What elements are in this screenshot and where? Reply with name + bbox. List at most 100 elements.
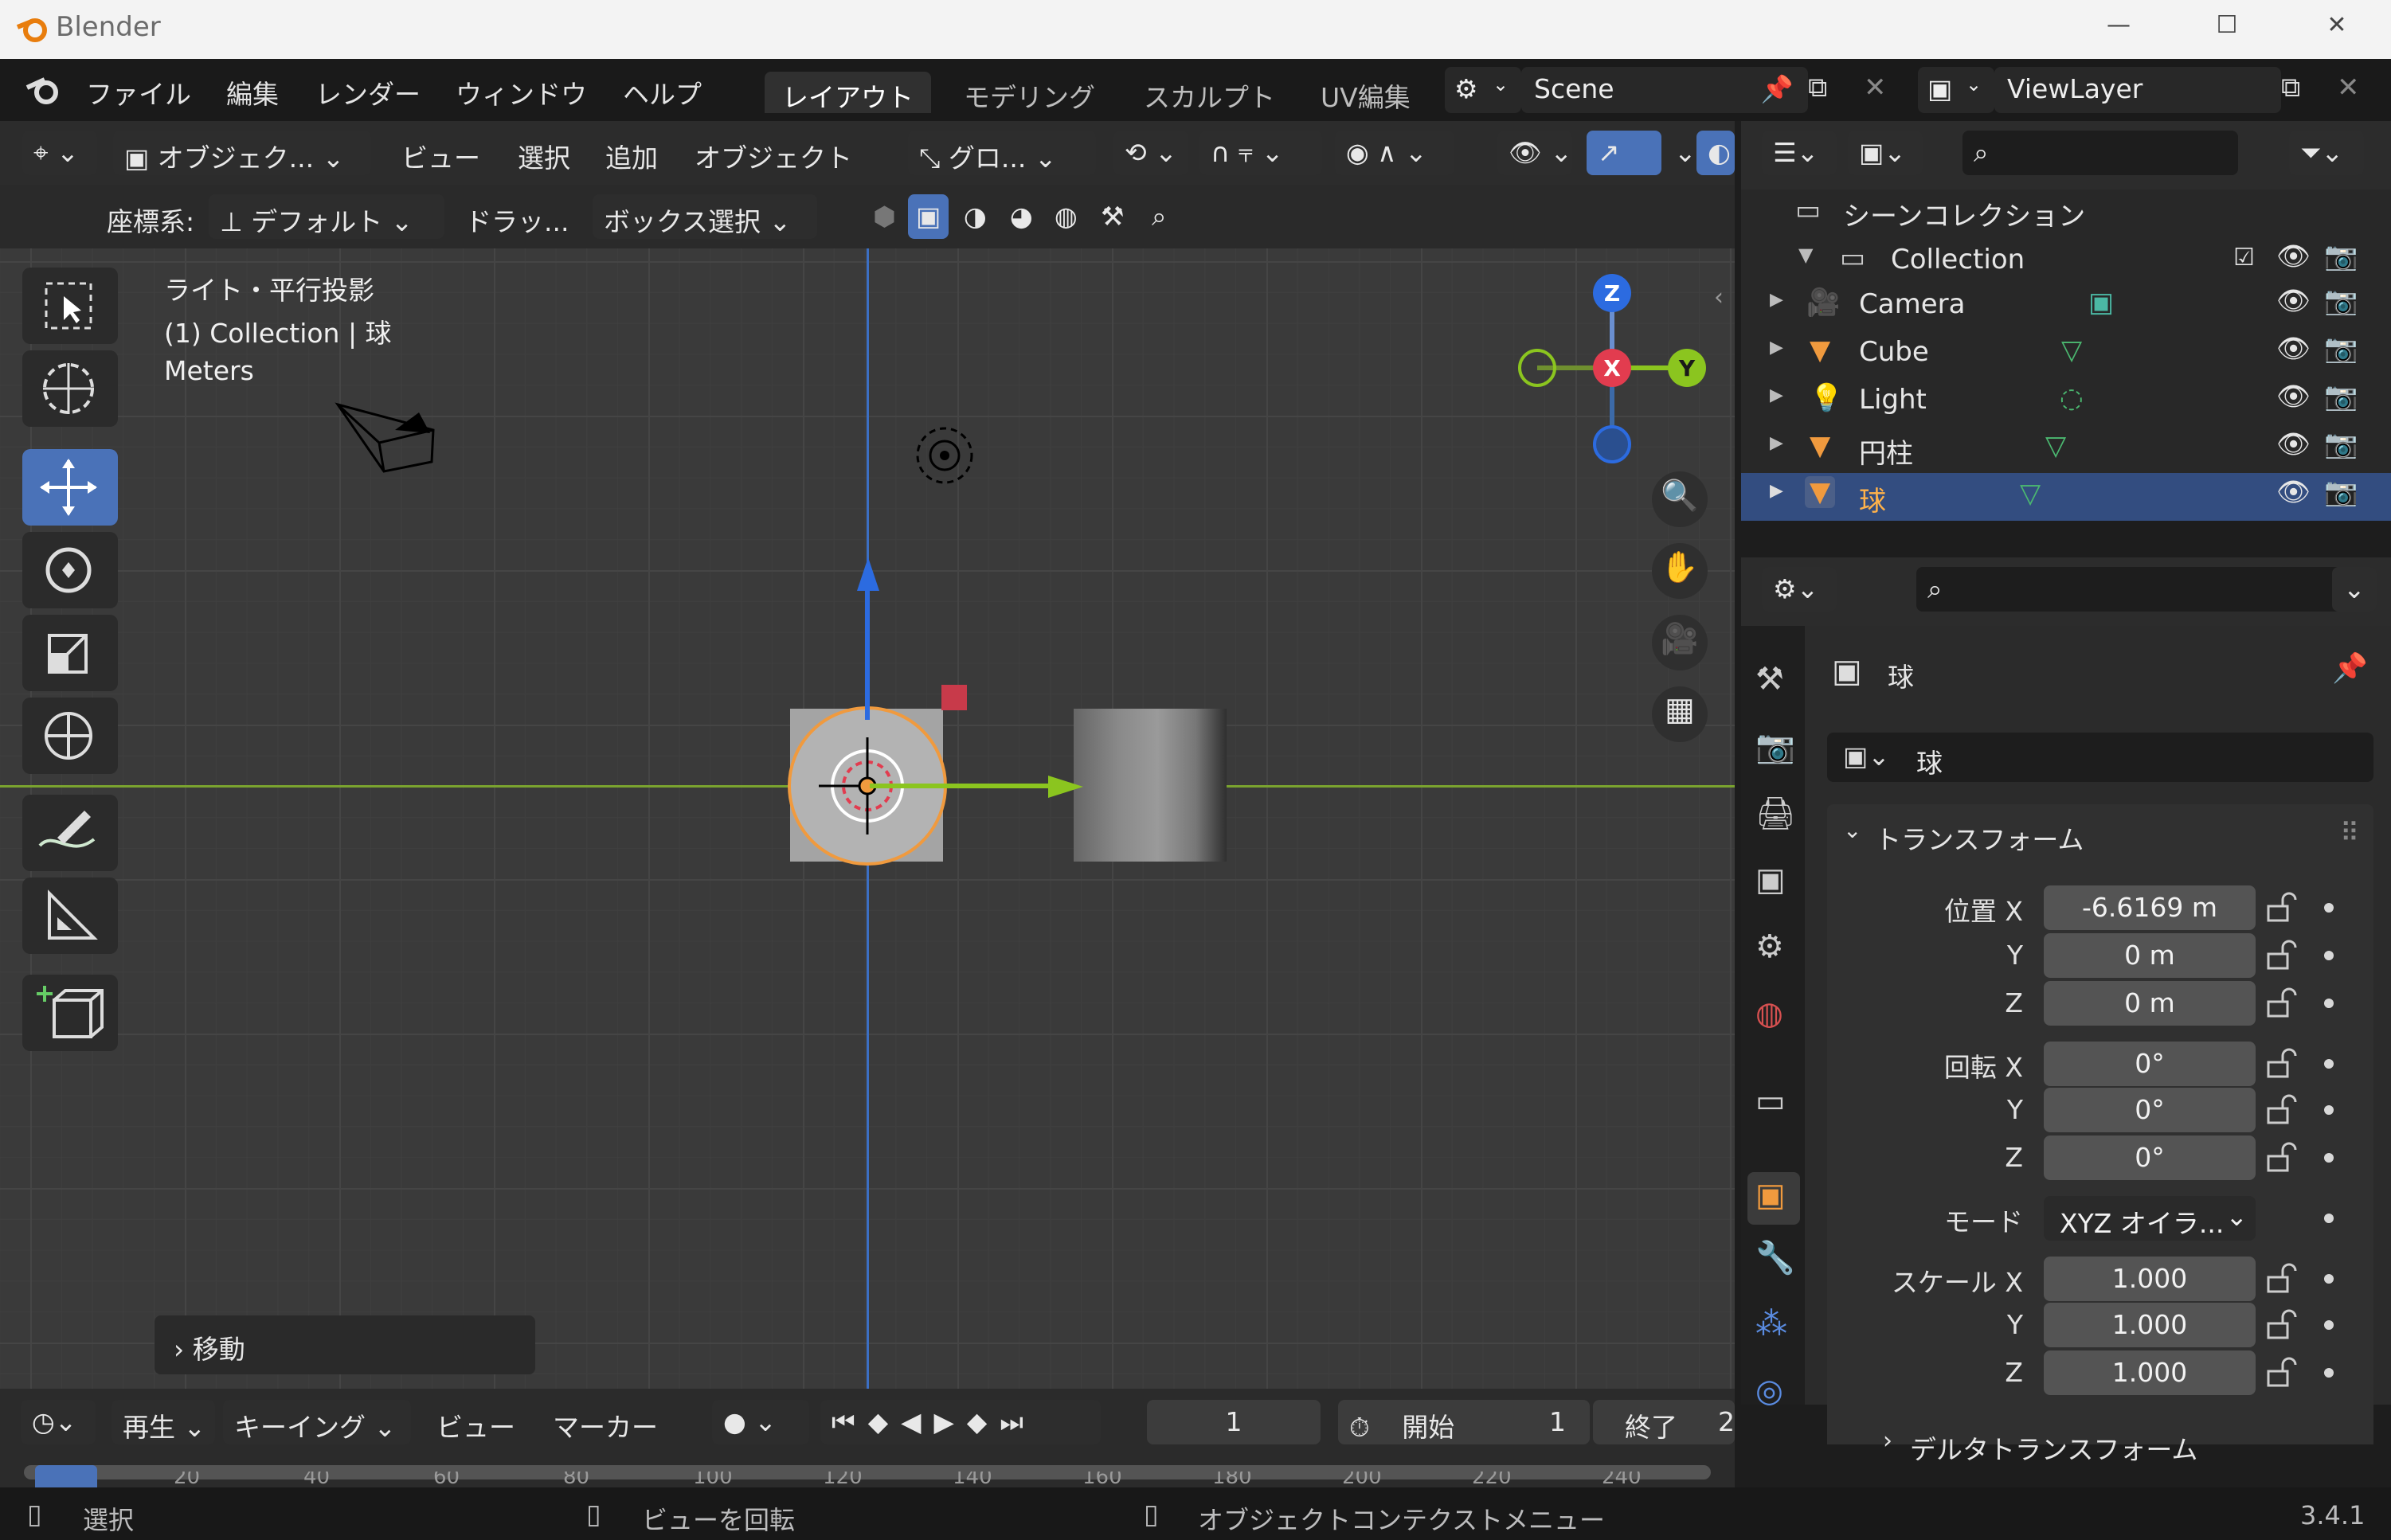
play-reverse-icon[interactable]: ◀ — [901, 1406, 933, 1437]
eye-icon[interactable]: 👁 — [2276, 240, 2311, 272]
render-icon[interactable]: 📷 — [2324, 381, 2358, 412]
keyframe-dot-icon[interactable] — [2324, 1059, 2334, 1069]
lock-icon[interactable] — [2265, 1142, 2297, 1174]
shading-material-icon[interactable]: ◑ — [953, 194, 998, 239]
proportional-editing-button[interactable]: ◉ ∧ ⌄ — [1335, 131, 1454, 175]
new-scene-icon[interactable]: ⧉ — [1808, 72, 1827, 104]
lock-icon[interactable] — [2265, 940, 2297, 971]
object-name-field[interactable]: ▣⌄ 球 — [1827, 733, 2373, 782]
marker-menu[interactable]: マーカー — [542, 1400, 669, 1444]
mode-select[interactable]: ▣ オブジェク... ⌄ — [113, 131, 371, 175]
keyframe-dot-icon[interactable] — [2324, 1368, 2334, 1378]
brush-icon[interactable]: ⚒ — [1090, 194, 1136, 239]
render-icon[interactable]: 📷 — [2324, 476, 2358, 508]
keyframe-dot-icon[interactable] — [2324, 951, 2334, 960]
physics-tab-icon[interactable]: ◎ — [1755, 1373, 1783, 1409]
timeline-view-menu[interactable]: ビュー — [425, 1400, 526, 1444]
rotation-y-field[interactable]: 0° — [2044, 1088, 2256, 1132]
blender-menu-icon[interactable] — [24, 73, 64, 108]
camera-object[interactable] — [331, 398, 443, 486]
tool-rotate[interactable] — [22, 532, 118, 608]
coord-system-select[interactable]: ⊥ デフォルト ⌄ — [209, 194, 444, 239]
camera-view-icon[interactable]: 🎥 — [1652, 615, 1708, 670]
eye-icon[interactable]: 👁 — [2276, 285, 2311, 317]
snap-button[interactable]: ∩ ⫧ ⌄ — [1199, 131, 1322, 175]
expand-arrow-icon[interactable]: ▶ — [1770, 338, 1783, 358]
lock-icon[interactable] — [2265, 1357, 2297, 1389]
lock-icon[interactable] — [2265, 1263, 2297, 1295]
playback-menu[interactable]: 再生 ⌄ — [112, 1400, 215, 1444]
tool-move[interactable] — [22, 449, 118, 526]
location-y-field[interactable]: 0 m — [2044, 933, 2256, 978]
hand-icon[interactable]: ✋ — [1652, 543, 1708, 599]
delta-transform-panel-header[interactable]: › デルタトランスフォーム — [1827, 1408, 2373, 1484]
tool-scale[interactable] — [22, 615, 118, 691]
jump-start-icon[interactable]: ⏮ — [832, 1406, 868, 1437]
menu-window[interactable]: ウィンドウ — [456, 73, 587, 111]
menu-render[interactable]: レンダー — [315, 73, 421, 111]
tool-annotate[interactable] — [22, 795, 118, 871]
lock-icon[interactable] — [2265, 892, 2297, 924]
menu-file[interactable]: ファイル — [86, 73, 191, 111]
editor-type-button[interactable]: ⌖ ⌄ — [22, 131, 97, 175]
expand-arrow-icon[interactable]: ▶ — [1770, 433, 1783, 453]
menu-view[interactable]: ビュー — [390, 131, 491, 175]
viewlayer-browse-button[interactable]: ▣ ⌄ — [1918, 67, 1994, 113]
keyframe-dot-icon[interactable] — [2324, 903, 2334, 913]
outliner-row-sphere[interactable]: ▶ ▼ 球 ▽ 👁 📷 — [1741, 473, 2391, 521]
shading-solid-icon[interactable]: ▣ — [908, 194, 949, 239]
rotation-x-field[interactable]: 0° — [2044, 1042, 2256, 1086]
properties-search-input[interactable]: ⌕ — [1916, 567, 2342, 612]
drag-select[interactable]: ボックス選択 ⌄ — [593, 194, 817, 239]
next-keyframe-icon[interactable]: ◆ — [967, 1406, 1000, 1437]
keyframe-dot-icon[interactable] — [2324, 1105, 2334, 1115]
move-gizmo-z-arrow-icon[interactable] — [852, 556, 884, 592]
move-gizmo-z-axis[interactable] — [865, 575, 870, 720]
delete-viewlayer-icon[interactable]: ✕ — [2337, 72, 2360, 104]
shading-render-icon[interactable]: ◕ — [999, 194, 1044, 239]
new-viewlayer-icon[interactable]: ⧉ — [2281, 72, 2300, 104]
object-tab[interactable]: ▣ — [1747, 1172, 1800, 1225]
prev-keyframe-icon[interactable]: ◆ — [868, 1406, 901, 1437]
expand-arrow-icon[interactable]: ▶ — [1770, 385, 1783, 405]
scene-tab-icon[interactable]: ⚙ — [1755, 928, 1784, 965]
search-icon[interactable]: ⌕ — [1141, 194, 1177, 239]
tab-sculpt[interactable]: スカルプト — [1126, 72, 1293, 113]
menu-add[interactable]: 追加 — [594, 131, 669, 175]
sidebar-toggle-icon[interactable]: ‹ — [1714, 283, 1724, 311]
properties-editor-type[interactable]: ⚙⌄ — [1762, 567, 1837, 612]
eye-icon[interactable]: 👁 — [2276, 381, 2311, 412]
location-z-field[interactable]: 0 m — [2044, 981, 2256, 1026]
current-frame-field[interactable]: 1 — [1147, 1400, 1321, 1444]
timeline-editor-type[interactable]: ◷⌄ — [21, 1400, 96, 1444]
keyframe-dot-icon[interactable] — [2324, 1320, 2334, 1330]
viewlayer-name-field[interactable]: ViewLayer — [1994, 67, 2281, 113]
render-icon[interactable]: 📷 — [2324, 333, 2358, 365]
tool-tab-icon[interactable]: ⚒ — [1755, 661, 1784, 698]
particles-tab-icon[interactable]: ⁂ — [1755, 1306, 1787, 1343]
keyframe-dot-icon[interactable] — [2324, 999, 2334, 1008]
pin-icon[interactable]: 📌 — [2332, 651, 2368, 685]
rotation-mode-select[interactable]: XYZ オイラ... ⌄ — [2044, 1196, 2256, 1241]
light-data-icon[interactable]: ◌ — [2060, 382, 2084, 414]
keyframe-dot-icon[interactable] — [2324, 1274, 2334, 1284]
outliner-row-camera[interactable]: ▶ 🎥 Camera ▣ 👁 📷 — [1741, 282, 2391, 330]
tab-layout[interactable]: レイアウト — [765, 72, 931, 113]
mesh-data-icon[interactable]: ▽ — [2045, 430, 2066, 462]
rotation-z-field[interactable]: 0° — [2044, 1135, 2256, 1180]
lock-icon[interactable] — [2265, 1048, 2297, 1080]
end-frame-field[interactable]: 終了 2 — [1593, 1400, 1735, 1444]
render-tab-icon[interactable]: 📷 — [1755, 728, 1795, 765]
tool-cursor[interactable] — [22, 350, 118, 427]
render-icon[interactable]: 📷 — [2324, 285, 2358, 317]
keying-menu[interactable]: キーイング ⌄ — [223, 1400, 411, 1444]
scene-name-field[interactable]: Scene 📌 — [1521, 67, 1808, 113]
keyframe-dot-icon[interactable] — [2324, 1214, 2334, 1223]
menu-select[interactable]: 選択 — [507, 131, 581, 175]
last-operator-panel[interactable]: › 移動 — [155, 1315, 535, 1374]
delete-scene-icon[interactable]: ✕ — [1864, 72, 1887, 104]
jump-end-icon[interactable]: ⏭ — [1000, 1406, 1036, 1437]
mesh-data-icon[interactable]: ▽ — [2061, 334, 2082, 366]
transform-panel-header[interactable]: ⌄ トランスフォーム ⠿ — [1827, 804, 2373, 868]
tab-modeling[interactable]: モデリング — [946, 72, 1113, 113]
